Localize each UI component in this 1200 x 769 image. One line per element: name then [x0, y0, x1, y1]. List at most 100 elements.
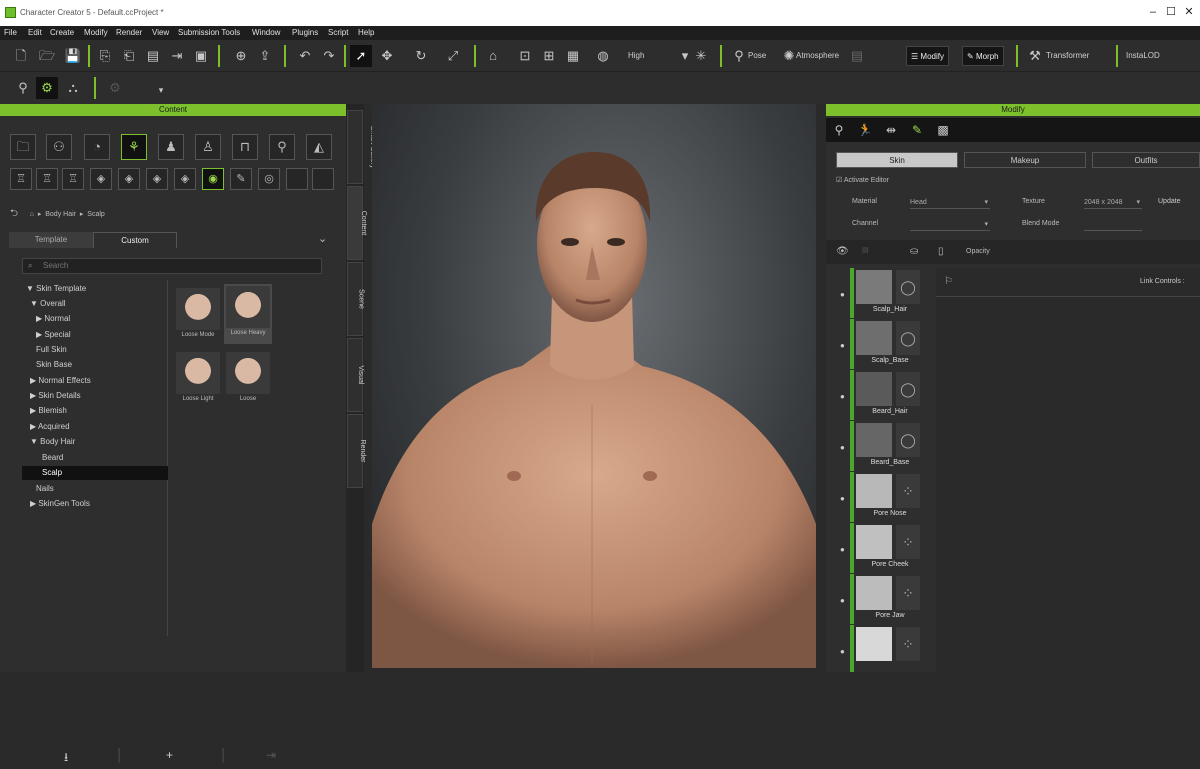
close-icon[interactable]: ✕: [1182, 7, 1196, 18]
menu-render[interactable]: Render: [116, 28, 142, 37]
body-part-icon[interactable]: ♖: [10, 168, 32, 190]
chevron-down-icon[interactable]: ▾: [150, 79, 172, 101]
download-icon[interactable]: ⭳: [64, 748, 68, 769]
dots-mask-icon[interactable]: ⁘: [896, 525, 920, 559]
frame-all-icon[interactable]: ⊞: [538, 45, 560, 67]
pose-button[interactable]: Pose: [748, 45, 766, 67]
activate-editor-checkbox[interactable]: ☑ Activate Editor: [836, 176, 889, 184]
minimize-icon[interactable]: –: [1146, 7, 1160, 18]
layer-item[interactable]: ● ⁘ Pore Jaw: [836, 574, 926, 624]
menu-view[interactable]: View: [152, 28, 169, 37]
material-dropdown[interactable]: Head ▾: [910, 196, 990, 209]
template-thumbnail[interactable]: Loose Heavy: [224, 284, 272, 344]
brush-icon[interactable]: ✎: [230, 168, 252, 190]
tab-outfits[interactable]: Outfits: [1092, 152, 1200, 168]
tree-node-normal[interactable]: ▶ Normal: [36, 312, 70, 326]
modify-button[interactable]: ☰ Modify: [906, 46, 949, 66]
export-icon[interactable]: ⎗: [118, 45, 140, 67]
grid-view-icon[interactable]: ▦: [562, 45, 584, 67]
dots-mask-icon[interactable]: ⁘: [896, 576, 920, 610]
send-icon[interactable]: ⇥: [166, 45, 188, 67]
layer-item[interactable]: ● ⁘ Pore Cheek: [836, 523, 926, 573]
menu-modify[interactable]: Modify: [84, 28, 108, 37]
tree-node-body-hair[interactable]: ▼ Body Hair: [30, 435, 75, 449]
globe-icon[interactable]: ◎: [258, 168, 280, 190]
eye-icon[interactable]: ●: [840, 596, 845, 605]
skingen-tab-icon[interactable]: ✎: [906, 120, 928, 140]
template-thumbnail[interactable]: Loose Light: [176, 352, 220, 408]
add-icon[interactable]: +: [166, 748, 173, 762]
mask-icon[interactable]: ◯: [896, 372, 920, 406]
tab-content[interactable]: Content: [347, 186, 367, 260]
save-icon[interactable]: 💾: [62, 45, 84, 67]
eye-icon[interactable]: 👁: [836, 246, 849, 257]
tree-node-normal-effects[interactable]: ▶ Normal Effects: [30, 374, 91, 388]
material-icon[interactable]: ◈: [118, 168, 140, 190]
tab-render[interactable]: Render: [347, 414, 366, 488]
layer-item[interactable]: ● ◯ Scalp_Base: [836, 319, 926, 369]
body-part-icon[interactable]: ♖: [62, 168, 84, 190]
update-button[interactable]: Update: [1158, 198, 1181, 205]
material-icon[interactable]: ◈: [90, 168, 112, 190]
home-icon[interactable]: ⌂: [30, 211, 34, 218]
tree-node-beard[interactable]: Beard: [42, 451, 63, 465]
menu-submission-tools[interactable]: Submission Tools: [178, 28, 240, 37]
tree-node-skin-base[interactable]: Skin Base: [36, 358, 72, 372]
tree-node-blemish[interactable]: ▶ Blemish: [30, 404, 67, 418]
pose-icon[interactable]: ⚲: [269, 134, 295, 160]
dots-mask-icon[interactable]: ⁘: [896, 627, 920, 661]
rotate-tool-icon[interactable]: ↻: [410, 45, 432, 67]
eye-icon[interactable]: ●: [840, 494, 845, 503]
quality-dropdown[interactable]: High: [628, 45, 678, 67]
morph-button[interactable]: ✎ Morph: [962, 46, 1004, 66]
move-tool-icon[interactable]: ✥: [376, 45, 398, 67]
texture-size-dropdown[interactable]: 2048 x 2048 ▾: [1084, 196, 1142, 209]
tree-node-scalp[interactable]: Scalp: [22, 466, 168, 480]
export-fbx-icon[interactable]: ▤: [142, 45, 164, 67]
eye-icon[interactable]: ●: [840, 392, 845, 401]
collapse-chevron-icon[interactable]: ⌄: [318, 232, 327, 245]
menu-file[interactable]: File: [4, 28, 17, 37]
frame-selected-icon[interactable]: ⊡: [514, 45, 536, 67]
pose-tab-icon[interactable]: 🏃: [854, 120, 876, 140]
menu-plugins[interactable]: Plugins: [292, 28, 318, 37]
transformer-icon[interactable]: ⚒: [1024, 45, 1046, 67]
eye-icon[interactable]: ●: [840, 545, 845, 554]
layer-item[interactable]: ● ◯ Beard_Hair: [836, 370, 926, 420]
tree-node-skingen-tools[interactable]: ▶ SkinGen Tools: [30, 497, 90, 511]
paint-bucket-icon[interactable]: ⛀: [910, 246, 918, 257]
tab-skin[interactable]: Skin: [836, 152, 958, 168]
body-icon[interactable]: ⚇: [46, 134, 72, 160]
prop-icon[interactable]: ⊓: [232, 134, 258, 160]
new-file-icon[interactable]: 🗋: [10, 45, 32, 67]
folder-icon[interactable]: 🗀: [10, 134, 36, 160]
screenshot-icon[interactable]: ▣: [190, 45, 212, 67]
blend-mode-dropdown[interactable]: [1084, 218, 1142, 231]
tab-custom[interactable]: Custom: [93, 232, 177, 248]
tree-node-overall[interactable]: ▼ Overall: [30, 297, 66, 311]
menu-script[interactable]: Script: [328, 28, 348, 37]
layer-item[interactable]: ● ⁘: [836, 625, 926, 672]
3d-viewport[interactable]: [372, 104, 816, 668]
menu-create[interactable]: Create: [50, 28, 74, 37]
layer-item[interactable]: ● ◯ Scalp_Hair: [836, 268, 926, 318]
layer-item[interactable]: ● ◯ Beard_Base: [836, 421, 926, 471]
open-folder-icon[interactable]: 🗁: [36, 45, 58, 67]
dots-mask-icon[interactable]: ⁘: [896, 474, 920, 508]
material-tab-icon[interactable]: ▩: [932, 120, 954, 140]
tree-node-skin-template[interactable]: ▼ Skin Template: [26, 282, 86, 296]
pick-tool-icon[interactable]: ⚙: [36, 77, 58, 99]
mask-icon[interactable]: ◯: [896, 270, 920, 304]
eye-icon[interactable]: ●: [840, 443, 845, 452]
tree-node-skin-details[interactable]: ▶ Skin Details: [30, 389, 81, 403]
transformer-button[interactable]: Transformer: [1046, 45, 1089, 67]
material-icon[interactable]: ◈: [174, 168, 196, 190]
back-icon[interactable]: ⮌: [10, 208, 18, 219]
tree-node-nails[interactable]: Nails: [36, 482, 54, 496]
maximize-icon[interactable]: ☐: [1164, 7, 1178, 18]
accessory-icon[interactable]: ♙: [195, 134, 221, 160]
home-camera-icon[interactable]: ⌂: [482, 45, 504, 67]
eye-icon[interactable]: ●: [840, 341, 845, 350]
menu-edit[interactable]: Edit: [28, 28, 42, 37]
select-tool-icon[interactable]: ➚: [350, 45, 372, 67]
